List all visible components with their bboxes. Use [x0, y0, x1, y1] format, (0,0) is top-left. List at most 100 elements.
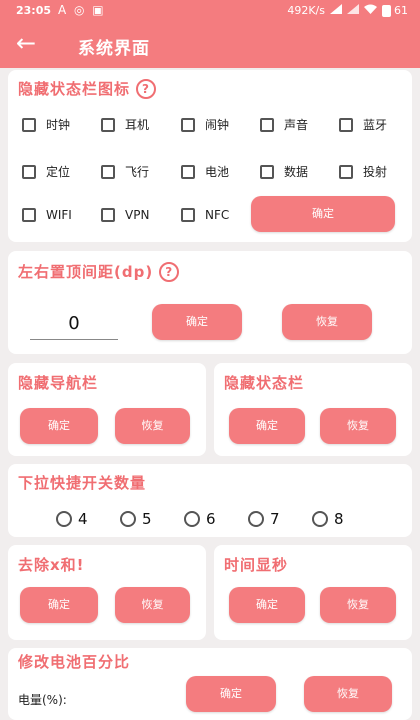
radio-circle[interactable]	[120, 511, 136, 527]
checkbox-label: NFC	[205, 208, 230, 222]
battery-level: 61	[394, 4, 408, 17]
card-title: 下拉快捷开关数量	[18, 474, 147, 492]
checkbox-box[interactable]	[101, 117, 115, 132]
signal-icon	[330, 4, 342, 17]
signal-icon-2	[347, 4, 359, 17]
checkbox-label: 闹钟	[205, 118, 230, 132]
margin-input[interactable]: 0	[30, 309, 118, 340]
restore-button[interactable]: 恢复	[320, 587, 396, 623]
confirm-button[interactable]: 确定	[20, 587, 98, 623]
battery-label: 电量(%):	[18, 693, 67, 707]
restore-button[interactable]: 恢复	[320, 408, 396, 444]
app-bar: ← 系统界面	[0, 22, 420, 68]
radio-circle[interactable]	[56, 511, 72, 527]
checkbox-nfc[interactable]: NFC	[181, 208, 229, 222]
checkbox-label: 投射	[363, 165, 388, 179]
card-title-text: 左右置顶间距(dp)	[18, 263, 154, 281]
card-margin: 左右置顶间距(dp) ? 0 确定 恢复	[8, 251, 412, 354]
checkbox-label: 电池	[205, 165, 230, 179]
checkbox-box[interactable]	[339, 117, 353, 132]
checkbox-location[interactable]: 定位	[22, 163, 70, 180]
checkbox-label: 定位	[46, 165, 71, 179]
restore-button[interactable]: 恢复	[282, 304, 372, 340]
radio-4[interactable]: 4	[56, 510, 88, 528]
radio-label: 8	[334, 510, 344, 528]
card-title: 隐藏状态栏图标 ?	[18, 78, 157, 99]
checkbox-box[interactable]	[101, 208, 115, 222]
confirm-button[interactable]: 确定	[229, 408, 305, 444]
checkbox-airplane[interactable]: 飞行	[101, 163, 149, 180]
card-hide-nav: 隐藏导航栏 确定 恢复	[8, 363, 206, 456]
help-icon[interactable]: ?	[136, 78, 157, 99]
confirm-button[interactable]: 确定	[186, 676, 276, 712]
card-time-seconds: 时间显秒 确定 恢复	[214, 545, 412, 640]
radio-label: 6	[206, 510, 216, 528]
radio-label: 5	[142, 510, 152, 528]
checkbox-label: 飞行	[125, 165, 150, 179]
radio-label: 7	[270, 510, 280, 528]
status-bar: 23:05 A ◎ ▣ 492K/s 61	[0, 0, 420, 22]
card-title: 隐藏导航栏	[18, 374, 99, 392]
checkbox-bluetooth[interactable]: 蓝牙	[339, 116, 387, 133]
checkbox-label: VPN	[125, 208, 150, 222]
checkbox-label: 耳机	[125, 118, 150, 132]
card-title: 时间显秒	[224, 556, 289, 574]
checkbox-box[interactable]	[260, 117, 274, 132]
checkbox-label: 声音	[284, 118, 309, 132]
confirm-button[interactable]: 确定	[251, 196, 395, 232]
card-title: 修改电池百分比	[18, 653, 131, 671]
card-quick-switch: 下拉快捷开关数量 4 5 6 7 8	[8, 464, 412, 537]
card-hide-statusbar: 隐藏状态栏 确定 恢复	[214, 363, 412, 456]
checkbox-box[interactable]	[101, 164, 115, 179]
restore-button[interactable]: 恢复	[115, 408, 190, 444]
card-title: 隐藏状态栏	[224, 374, 305, 392]
page-title: 系统界面	[78, 39, 150, 59]
radio-7[interactable]: 7	[248, 510, 280, 528]
checkbox-vpn[interactable]: VPN	[101, 208, 149, 222]
restore-button[interactable]: 恢复	[304, 676, 392, 712]
card-remove-x: 去除x和! 确定 恢复	[8, 545, 206, 640]
confirm-button[interactable]: 确定	[20, 408, 98, 444]
checkbox-data[interactable]: 数据	[260, 163, 308, 180]
card-title: 去除x和!	[18, 556, 85, 574]
checkbox-box[interactable]	[181, 208, 195, 222]
restore-button[interactable]: 恢复	[115, 587, 190, 623]
checkbox-box[interactable]	[181, 164, 195, 179]
checkbox-box[interactable]	[181, 117, 195, 132]
card-title-text: 隐藏状态栏图标	[18, 80, 131, 98]
help-icon[interactable]: ?	[159, 261, 180, 282]
checkbox-battery[interactable]: 电池	[181, 163, 229, 180]
checkbox-cast[interactable]: 投射	[339, 163, 387, 180]
checkbox-box[interactable]	[339, 164, 353, 179]
radio-circle[interactable]	[312, 511, 328, 527]
status-right: 492K/s 61	[287, 4, 408, 17]
wifi-icon	[364, 4, 377, 17]
card-battery-percent: 修改电池百分比 电量(%): 确定 恢复	[8, 648, 412, 720]
checkbox-box[interactable]	[260, 164, 274, 179]
checkbox-headset[interactable]: 耳机	[101, 116, 149, 133]
card-title: 左右置顶间距(dp) ?	[18, 261, 180, 282]
checkbox-alarm[interactable]: 闹钟	[181, 116, 229, 133]
confirm-button[interactable]: 确定	[229, 587, 305, 623]
radio-5[interactable]: 5	[120, 510, 152, 528]
checkbox-box[interactable]	[22, 117, 36, 132]
checkbox-clock[interactable]: 时钟	[22, 116, 70, 133]
radio-8[interactable]: 8	[312, 510, 344, 528]
checkbox-sound[interactable]: 声音	[260, 116, 308, 133]
status-time: 23:05	[16, 4, 52, 17]
battery-icon	[382, 4, 391, 17]
network-speed: 492K/s	[287, 4, 325, 17]
checkbox-label: WIFI	[46, 208, 72, 222]
radio-circle[interactable]	[184, 511, 200, 527]
checkbox-label: 时钟	[46, 118, 71, 132]
checkbox-box[interactable]	[22, 164, 36, 179]
radio-6[interactable]: 6	[184, 510, 216, 528]
radio-label: 4	[78, 510, 88, 528]
card-hide-status-icons: 隐藏状态栏图标 ? 时钟 耳机 闹钟 声音 蓝牙 定位 飞行 电池 数据 投射 …	[8, 70, 412, 242]
radio-circle[interactable]	[248, 511, 264, 527]
checkbox-box[interactable]	[22, 208, 36, 222]
checkbox-label: 数据	[284, 165, 309, 179]
confirm-button[interactable]: 确定	[152, 304, 242, 340]
back-arrow-icon[interactable]: ←	[16, 31, 36, 55]
checkbox-wifi[interactable]: WIFI	[22, 208, 72, 222]
